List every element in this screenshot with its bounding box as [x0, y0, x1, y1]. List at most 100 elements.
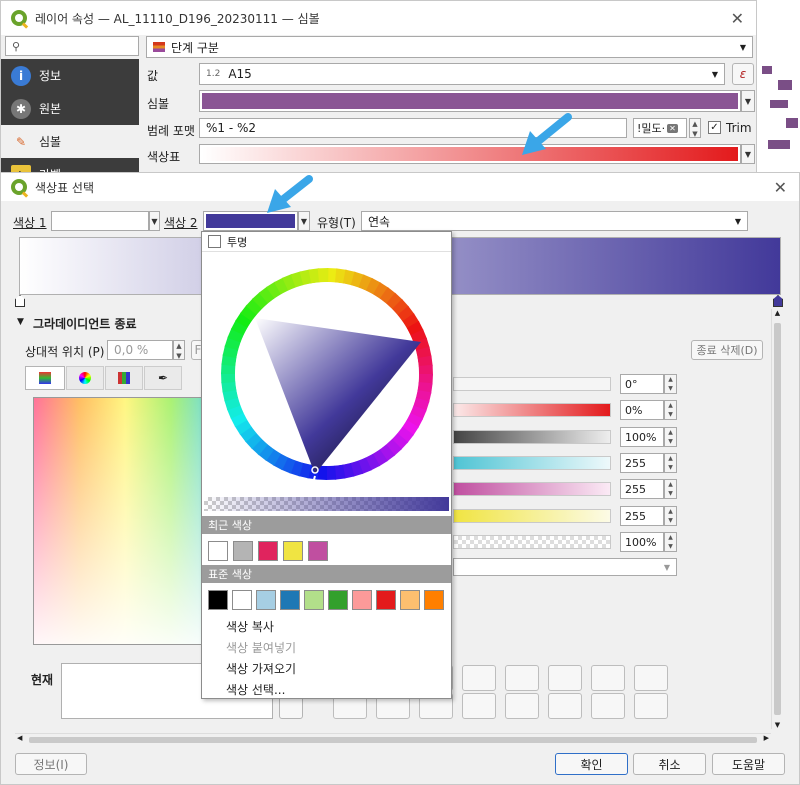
alpha-slider[interactable] [204, 497, 449, 511]
info-button[interactable]: 정보(I) [15, 753, 87, 775]
cancel-button[interactable]: 취소 [633, 753, 706, 775]
swatch-slot[interactable] [548, 665, 582, 691]
ok-button[interactable]: 확인 [555, 753, 628, 775]
saturation-spin[interactable]: ▲ ▼ [664, 400, 677, 420]
saturation-slider[interactable] [453, 403, 611, 417]
value-expression-input[interactable]: 1.2 A15 ▼ [199, 63, 725, 85]
vertical-scrollbar[interactable]: ▲ ▼ [771, 309, 783, 729]
green-input[interactable]: 255 [620, 479, 664, 499]
standard-color-swatch[interactable] [256, 590, 276, 610]
scrollbar-thumb[interactable] [29, 737, 757, 743]
blue-input[interactable]: 255 [620, 506, 664, 526]
color1-dropdown-button[interactable]: ▼ [149, 211, 160, 231]
standard-color-swatch[interactable] [304, 590, 324, 610]
hex-input[interactable]: ▼ [453, 558, 677, 576]
clear-icon[interactable]: ✕ [667, 123, 678, 133]
standard-color-swatch[interactable] [208, 590, 228, 610]
tab-swatches[interactable] [105, 366, 143, 390]
tab-eyedropper[interactable]: ✒ [144, 366, 182, 390]
scrollbar-thumb[interactable] [774, 323, 781, 715]
precision-spin-buttons[interactable]: ▲ ▼ [689, 118, 701, 138]
sidebar-item-source[interactable]: ✱ 원본 [1, 92, 139, 125]
transparent-option[interactable]: 투명 [202, 232, 451, 252]
tab-color-ramp[interactable] [25, 366, 65, 390]
blue-slider[interactable] [453, 509, 611, 523]
delete-stop-button[interactable]: 종료 삭제(D) [691, 340, 763, 360]
renderer-select[interactable]: 단계 구분 ▼ [146, 36, 753, 58]
standard-color-swatch[interactable] [280, 590, 300, 610]
standard-color-swatch[interactable] [328, 590, 348, 610]
swatch-slot[interactable] [462, 693, 496, 719]
color-ramp-button[interactable] [199, 144, 741, 164]
swatch-slot[interactable] [591, 693, 625, 719]
green-slider[interactable] [453, 482, 611, 496]
hue-ring-segment[interactable] [317, 268, 329, 283]
hue-input[interactable]: 0° [620, 374, 664, 394]
transparent-checkbox[interactable] [208, 235, 221, 248]
relative-position-spin[interactable]: ▲ ▼ [173, 340, 185, 360]
sidebar-item-symbology[interactable]: ✎ 심볼 [1, 125, 139, 158]
scroll-up-icon[interactable]: ▲ [772, 309, 783, 317]
color-ramp-dropdown-button[interactable]: ▼ [741, 144, 755, 164]
hue-ring-segment[interactable] [325, 465, 337, 480]
hue-ring-segment[interactable] [418, 364, 433, 376]
green-spin[interactable]: ▲ ▼ [664, 479, 677, 499]
recent-color-swatch[interactable] [233, 541, 253, 561]
symbol-button[interactable] [199, 90, 741, 112]
standard-color-swatch[interactable] [400, 590, 420, 610]
symbol-dropdown-button[interactable]: ▼ [741, 90, 755, 112]
recent-color-swatch[interactable] [283, 541, 303, 561]
blue-spin[interactable]: ▲ ▼ [664, 506, 677, 526]
sidebar-search-input[interactable]: ⚲ [5, 36, 139, 56]
red-slider[interactable] [453, 456, 611, 470]
swatch-slot[interactable] [634, 665, 668, 691]
copy-color-menu-item[interactable]: 색상 복사 [202, 616, 451, 637]
red-spin[interactable]: ▲ ▼ [664, 453, 677, 473]
color1-button[interactable] [51, 211, 149, 231]
value-slider[interactable] [453, 430, 611, 444]
help-button[interactable]: 도움말 [712, 753, 785, 775]
gradient-stop-start-handle[interactable] [15, 295, 25, 307]
color-wheel[interactable] [207, 254, 447, 494]
hue-slider[interactable] [453, 377, 611, 391]
swatch-slot[interactable] [634, 693, 668, 719]
pick-color-menu-item[interactable]: 색상 가져오기 [202, 658, 451, 679]
swatch-slot[interactable] [505, 693, 539, 719]
value-input[interactable]: 100% [620, 427, 664, 447]
scroll-right-icon[interactable]: ▶ [764, 734, 769, 742]
close-icon[interactable]: ✕ [731, 9, 744, 28]
red-input[interactable]: 255 [620, 453, 664, 473]
paste-color-menu-item[interactable]: 색상 붙여넣기 [202, 637, 451, 658]
recent-color-swatch[interactable] [208, 541, 228, 561]
value-spin[interactable]: ▲ ▼ [664, 427, 677, 447]
scroll-left-icon[interactable]: ◀ [17, 734, 22, 742]
standard-color-swatch[interactable] [232, 590, 252, 610]
horizontal-scrollbar[interactable]: ◀ ▶ [15, 733, 771, 745]
scroll-down-icon[interactable]: ▼ [772, 721, 783, 729]
recent-color-swatch[interactable] [258, 541, 278, 561]
recent-color-swatch[interactable] [308, 541, 328, 561]
swatch-slot[interactable] [462, 665, 496, 691]
standard-color-swatch[interactable] [352, 590, 372, 610]
hue-ring-segment[interactable] [221, 372, 236, 384]
sidebar-item-info[interactable]: i 정보 [1, 59, 139, 92]
opacity-spin[interactable]: ▲ ▼ [664, 532, 677, 552]
collapse-arrow-icon[interactable]: ▼ [17, 317, 24, 327]
hue-spin[interactable]: ▲ ▼ [664, 374, 677, 394]
gradient-stop-end-handle[interactable] [773, 295, 783, 307]
close-icon[interactable]: ✕ [774, 178, 787, 197]
precision-spinbox[interactable]: !밀도· ✕ [633, 118, 687, 138]
swatch-slot[interactable] [591, 665, 625, 691]
opacity-input[interactable]: 100% [620, 532, 664, 552]
relative-position-input[interactable]: 0,0 % [107, 340, 173, 360]
trim-checkbox[interactable]: ✓ [708, 121, 721, 134]
swatch-slot[interactable] [505, 665, 539, 691]
swatch-slot[interactable] [548, 693, 582, 719]
expression-button[interactable]: ε [732, 63, 754, 85]
opacity-slider[interactable] [453, 535, 611, 549]
standard-color-swatch[interactable] [424, 590, 444, 610]
tab-color-wheel[interactable] [66, 366, 104, 390]
type-select[interactable]: 연속 ▼ [361, 211, 748, 231]
saturation-input[interactable]: 0% [620, 400, 664, 420]
choose-color-menu-item[interactable]: 색상 선택... [202, 679, 451, 700]
